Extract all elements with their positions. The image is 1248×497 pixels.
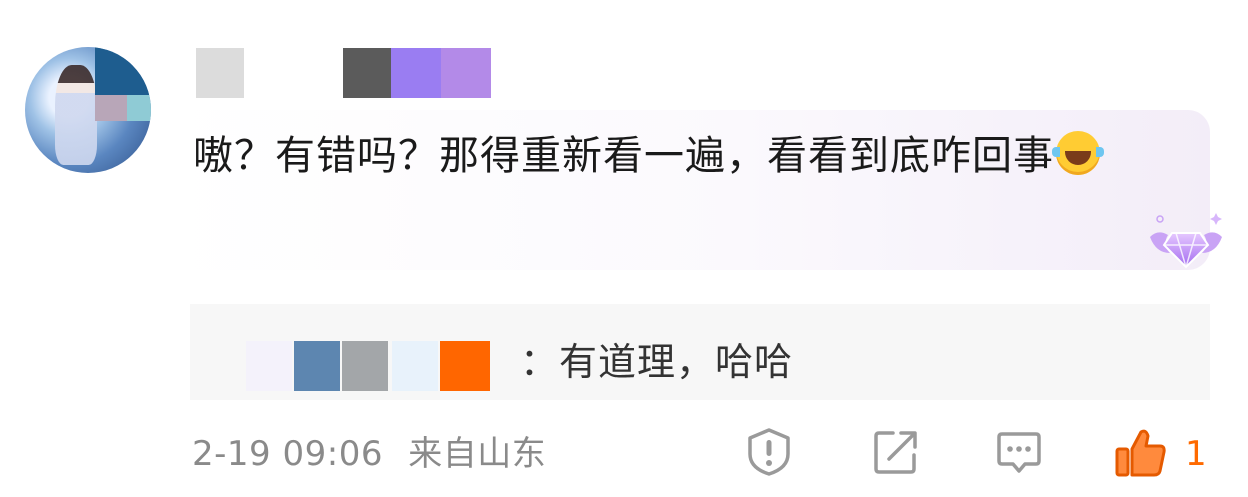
share-icon[interactable] (871, 427, 919, 477)
avatar-mosaic (127, 95, 151, 121)
redaction-block (196, 48, 244, 98)
like-thumb-icon[interactable] (1114, 427, 1168, 479)
comment-location: 来自山东 (408, 434, 547, 474)
avatar-mosaic (95, 95, 127, 121)
redaction-block (440, 341, 490, 391)
avatar-figure (55, 65, 97, 165)
laugh-cry-emoji-icon (1052, 131, 1104, 175)
comment-meta: 2-19 09:06 来自山东 (192, 432, 546, 476)
redaction-block (294, 341, 340, 391)
like-count: 1 (1185, 434, 1207, 474)
user-avatar[interactable] (25, 47, 151, 173)
comment-time: 2-19 09:06 (192, 434, 383, 474)
redaction-block (391, 48, 441, 98)
avatar-mosaic (95, 47, 151, 95)
diamond-badge-icon (1150, 213, 1222, 269)
comment-text: 嗷？有错吗？那得重新看一遍，看看到底咋回事 (193, 133, 1054, 179)
comment-body: 嗷？有错吗？那得重新看一遍，看看到底咋回事 (193, 124, 1183, 188)
redaction-block (342, 341, 388, 391)
redaction-block (246, 341, 292, 391)
redaction-block (441, 48, 491, 98)
comment-icon[interactable] (995, 427, 1043, 477)
reply-text: ：有道理，哈哈 (520, 340, 794, 384)
redaction-block (392, 341, 438, 391)
redaction-block (343, 48, 391, 98)
report-shield-icon[interactable] (745, 427, 793, 477)
